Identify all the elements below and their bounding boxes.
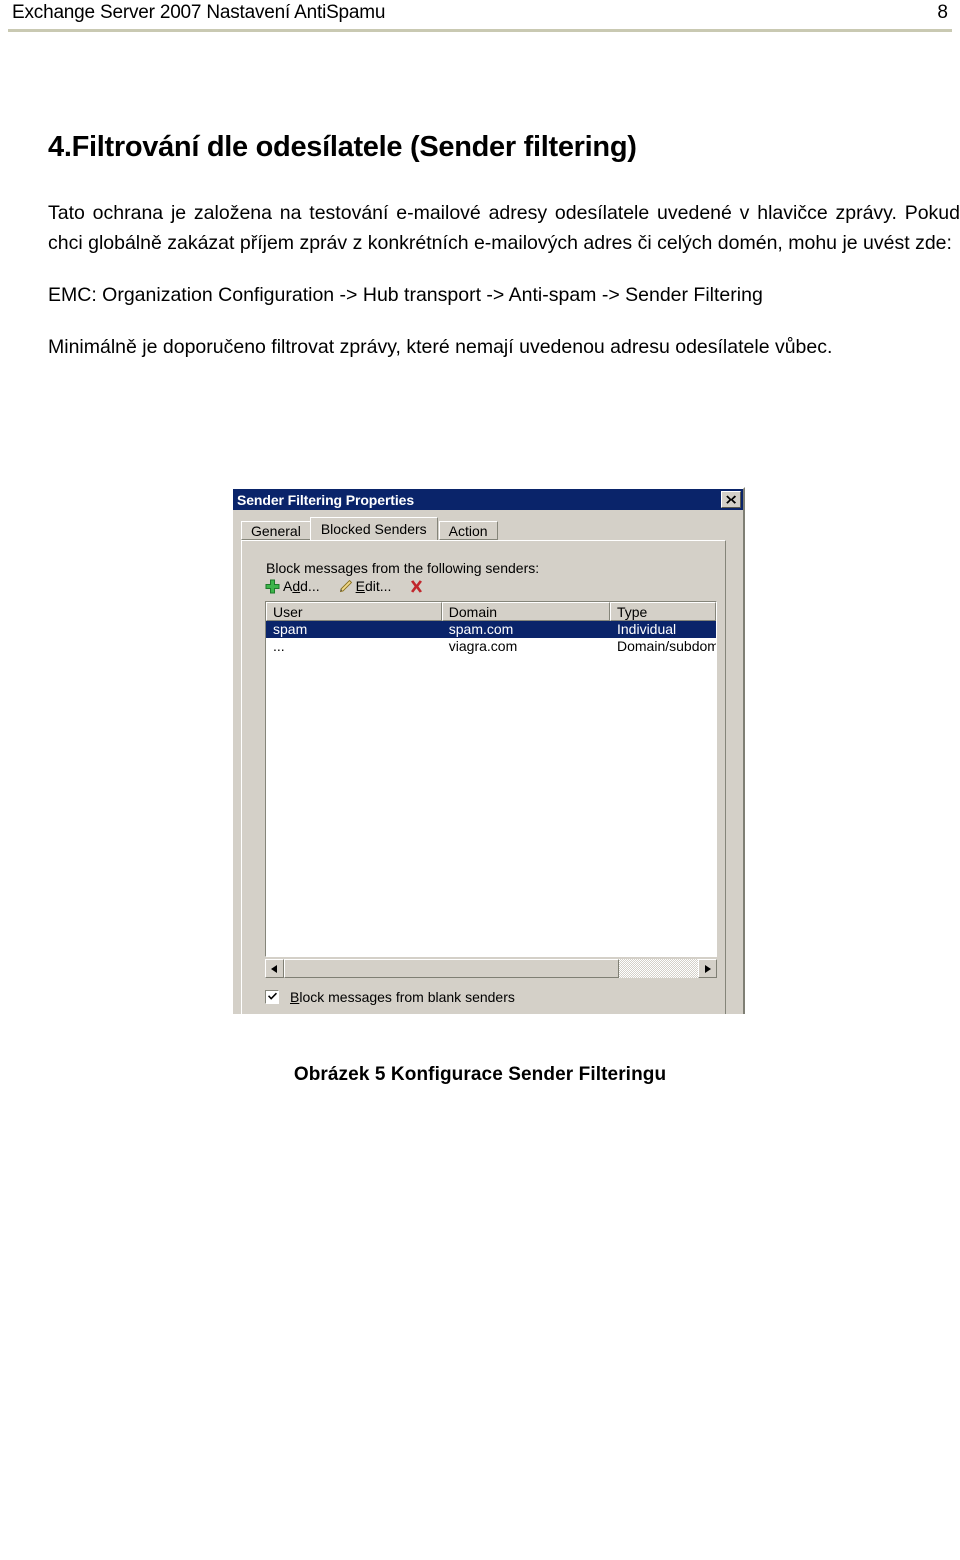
table-row[interactable]: ... viagra.com Domain/subdom <box>266 638 716 655</box>
cell-domain: viagra.com <box>448 638 518 654</box>
column-header-user[interactable]: User <box>266 602 442 621</box>
edit-button[interactable]: Edit... <box>338 578 392 594</box>
listview-header: User Domain Type <box>266 602 716 621</box>
edit-button-label: Edit... <box>355 578 392 594</box>
scroll-left-icon[interactable] <box>265 959 284 978</box>
header-divider <box>8 29 952 32</box>
cell-user: spam <box>273 621 308 637</box>
table-row[interactable]: spam spam.com Individual <box>266 621 716 638</box>
column-header-domain[interactable]: Domain <box>441 602 610 621</box>
sender-filtering-properties-dialog: Sender Filtering Properties General Bloc… <box>231 487 745 1014</box>
page-header-title: Exchange Server 2007 Nastavení AntiSpamu <box>12 2 386 23</box>
blocked-senders-label: Block messages from the following sender… <box>266 560 540 576</box>
paragraph-recommendation: Minimálně je doporučeno filtrovat zprávy… <box>48 336 833 358</box>
tab-action[interactable]: Action <box>438 521 498 540</box>
figure-dialog-screenshot: Sender Filtering Properties General Bloc… <box>231 487 745 1014</box>
paragraph-intro: Tato ochrana je založena na testování e-… <box>48 202 960 254</box>
plus-icon <box>265 579 280 594</box>
dialog-titlebar: Sender Filtering Properties <box>233 489 743 510</box>
block-blank-senders-row[interactable]: Block messages from blank senders <box>265 989 515 1005</box>
scroll-right-icon[interactable] <box>698 959 717 978</box>
checkbox-label-accel: B <box>290 989 300 1005</box>
pencil-icon <box>338 579 353 594</box>
page-number: 8 <box>937 2 948 23</box>
cell-domain: spam.com <box>448 621 514 637</box>
scrollbar-track[interactable] <box>284 959 698 978</box>
column-header-type[interactable]: Type <box>609 602 716 621</box>
page-title: 4.Filtrování dle odesílatele (Sender fil… <box>48 131 637 163</box>
cell-user: ... <box>273 638 285 654</box>
blocked-senders-toolbar: Add... Edit... <box>265 578 445 594</box>
tab-blocked-senders[interactable]: Blocked Senders <box>309 517 438 540</box>
close-icon[interactable] <box>721 491 741 508</box>
cell-type: Domain/subdom <box>617 638 716 654</box>
scrollbar-thumb[interactable] <box>284 959 620 978</box>
document-body: 4.Filtrování dle odesílatele (Sender fil… <box>48 130 960 362</box>
add-button[interactable]: Add... <box>265 578 320 594</box>
paragraph-spacer-2 <box>48 310 960 332</box>
add-button-label: Add... <box>283 578 320 594</box>
dialog-title: Sender Filtering Properties <box>237 491 415 508</box>
checkbox-block-blank-senders[interactable] <box>265 990 279 1004</box>
blocked-senders-listview[interactable]: User Domain Type spam spam.com Individua… <box>265 601 717 957</box>
horizontal-scrollbar[interactable] <box>265 959 717 978</box>
tab-general[interactable]: General <box>241 521 311 540</box>
checkbox-label-rest: lock messages from blank senders <box>299 989 515 1005</box>
delete-x-icon <box>409 579 424 594</box>
figure-caption: Obrázek 5 Konfigurace Sender Filteringu <box>293 1064 667 1085</box>
dialog-tabstrip: General Blocked Senders Action <box>241 517 498 540</box>
checkbox-label: Block messages from blank senders <box>290 989 515 1005</box>
delete-button[interactable] <box>409 579 427 594</box>
cell-type: Individual <box>617 621 677 637</box>
emc-navigation-path: EMC: Organization Configuration -> Hub t… <box>48 284 763 306</box>
